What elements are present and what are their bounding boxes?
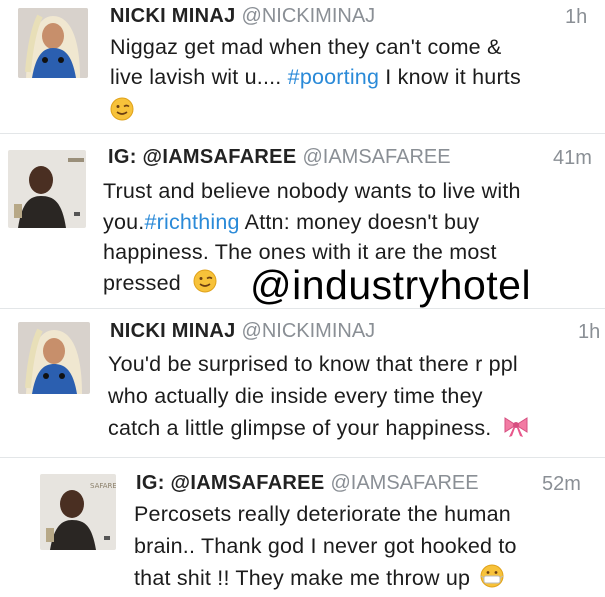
tweet-line xyxy=(110,92,590,130)
avatar[interactable] xyxy=(18,322,90,394)
divider xyxy=(0,308,605,309)
tweet-1[interactable]: NICKI MINAJ @NICKIMINAJ 1h Niggaz get mad… xyxy=(0,0,605,134)
author-name[interactable]: IG: @IAMSAFAREE xyxy=(108,146,296,168)
tweet-line: Trust and believe nobody wants to live w… xyxy=(103,179,521,203)
divider xyxy=(0,133,605,134)
avatar-image xyxy=(8,150,86,228)
tweet-time[interactable]: 41m xyxy=(553,147,592,170)
tweet-line: You'd be surprised to know that there r … xyxy=(108,352,518,376)
author-name[interactable]: IG: @IAMSAFAREE xyxy=(136,472,324,494)
tweet-line: brain.. Thank god I never got hooked to xyxy=(134,534,517,558)
avatar[interactable]: SAFAREE xyxy=(40,474,116,550)
watermark: @industryhotel xyxy=(250,262,532,308)
avatar[interactable] xyxy=(18,8,88,78)
face-with-medical-mask-icon xyxy=(480,564,504,597)
winking-face-icon xyxy=(110,97,134,129)
hashtag-link[interactable]: #richthing xyxy=(144,210,239,234)
tweet-line: you.#richthing Attn: money doesn't buy xyxy=(103,209,480,234)
tweet-line: catch a little glimpse of your happiness… xyxy=(108,412,598,447)
tweet-line: Percosets really deteriorate the human xyxy=(134,502,511,526)
tweet-3[interactable]: NICKI MINAJ @NICKIMINAJ 1h You'd be surpr… xyxy=(0,310,605,460)
author-handle[interactable]: @IAMSAFAREE xyxy=(330,472,478,494)
ribbon-icon xyxy=(502,414,530,447)
tweet-time[interactable]: 1h xyxy=(565,6,587,29)
avatar-image: SAFAREE xyxy=(40,474,116,550)
author-handle[interactable]: @IAMSAFAREE xyxy=(302,146,450,168)
tweet-text: Niggaz get mad when they can't come & li… xyxy=(110,32,590,130)
tweet-text: You'd be surprised to know that there r … xyxy=(108,348,598,447)
divider xyxy=(0,457,605,458)
author-name[interactable]: NICKI MINAJ xyxy=(110,320,236,342)
tweet-text: Percosets really deteriorate the human b… xyxy=(134,498,599,597)
tweet-time[interactable]: 52m xyxy=(542,473,581,496)
avatar[interactable] xyxy=(8,150,86,228)
album-cover-text: SAFAREE xyxy=(90,482,116,490)
author-handle[interactable]: @NICKIMINAJ xyxy=(242,5,376,27)
avatar-image xyxy=(18,8,88,78)
tweet-4[interactable]: SAFAREE IG: @IAMSAFAREE @IAMSAFAREE 52m P… xyxy=(0,460,605,597)
tweet-line: live lavish wit u.... #poorting I know i… xyxy=(110,65,521,89)
avatar-image xyxy=(18,322,90,394)
hashtag-link[interactable]: #poorting xyxy=(288,65,379,89)
author-handle[interactable]: @NICKIMINAJ xyxy=(242,320,376,342)
author-name[interactable]: NICKI MINAJ xyxy=(110,5,236,27)
tweet-line: that shit !! They make me throw up xyxy=(134,562,599,597)
tweet-line: who actually die inside every time they xyxy=(108,384,483,408)
tweet-time[interactable]: 1h xyxy=(578,321,600,344)
tweet-line: Niggaz get mad when they can't come & xyxy=(110,35,502,59)
winking-face-icon xyxy=(193,269,217,302)
